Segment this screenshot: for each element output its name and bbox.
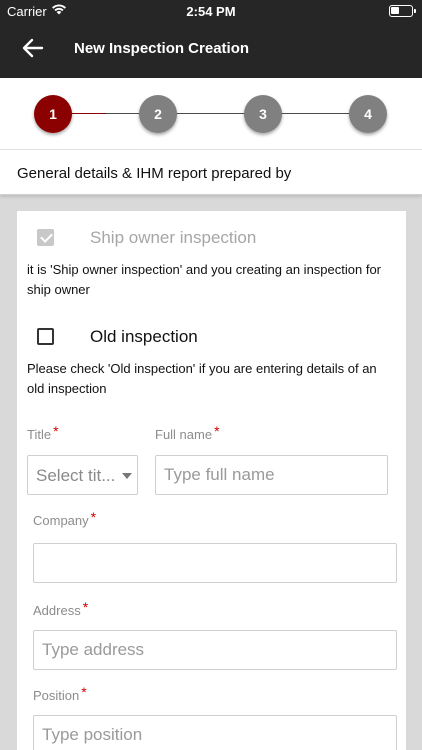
old-inspection-checkbox[interactable] xyxy=(37,328,54,345)
step-3[interactable]: 3 xyxy=(244,95,282,133)
full-name-input[interactable] xyxy=(155,455,388,495)
full-name-label: Full name * xyxy=(155,423,220,442)
old-inspection-label[interactable]: Old inspection xyxy=(90,327,198,347)
ship-owner-checkbox[interactable] xyxy=(37,229,54,246)
step-4[interactable]: 4 xyxy=(349,95,387,133)
old-inspection-help: Please check 'Old inspection' if you are… xyxy=(27,361,377,396)
ship-owner-label: Ship owner inspection xyxy=(90,228,257,247)
position-input[interactable] xyxy=(33,715,397,750)
address-label: Address * xyxy=(33,599,89,618)
step-2[interactable]: 2 xyxy=(139,95,177,133)
section-header: General details & IHM report prepared by xyxy=(0,150,422,195)
title-select[interactable]: Select tit... xyxy=(27,455,138,495)
battery-fill xyxy=(391,7,399,14)
nav-bar: New Inspection Creation xyxy=(0,30,422,68)
title-select-value: Select tit... xyxy=(36,466,116,485)
form-card: Ship owner inspection it is 'Ship owner … xyxy=(17,211,406,750)
page-title: New Inspection Creation xyxy=(74,40,250,57)
clock: 2:54 PM xyxy=(186,4,236,19)
step-1[interactable]: 1 xyxy=(34,95,72,133)
section-title: General details & IHM report prepared by xyxy=(17,165,292,182)
title-label: Title * xyxy=(27,423,59,442)
chevron-down-icon xyxy=(122,473,132,479)
battery-icon xyxy=(389,5,416,17)
company-input[interactable] xyxy=(33,543,397,583)
ship-owner-help: it is 'Ship owner inspection' and you cr… xyxy=(27,262,382,297)
arrow-left-icon[interactable] xyxy=(20,32,46,64)
position-label: Position * xyxy=(33,684,87,703)
address-input[interactable] xyxy=(33,630,397,670)
company-label: Company * xyxy=(33,509,97,528)
status-bar: Carrier 2:54 PM xyxy=(0,0,422,22)
app-header: Carrier 2:54 PM New Inspection Creation xyxy=(0,0,422,78)
